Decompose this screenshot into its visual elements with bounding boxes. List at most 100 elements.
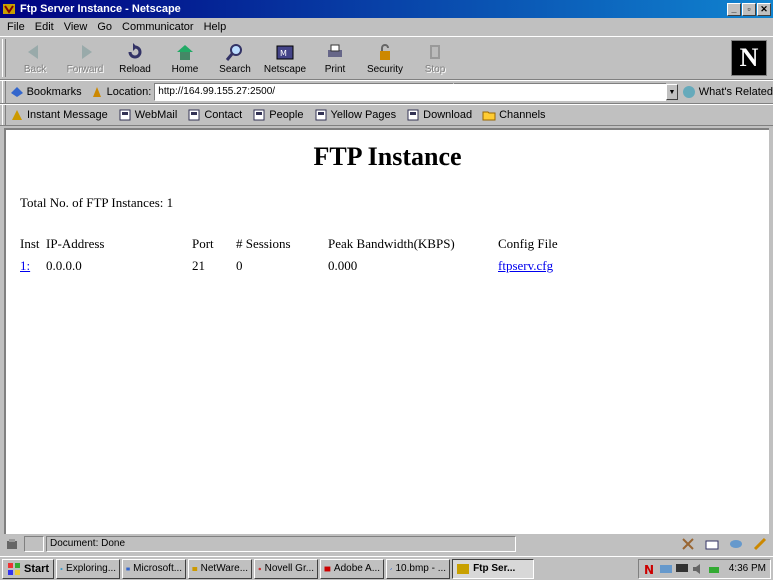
menu-file[interactable]: File bbox=[2, 21, 30, 33]
taskbar-item-adobe[interactable]: Adobe A... bbox=[320, 558, 385, 579]
home-icon bbox=[177, 45, 193, 60]
reload-button[interactable]: Reload bbox=[110, 39, 160, 77]
padlock-icon bbox=[380, 44, 390, 60]
explorer-icon bbox=[60, 567, 63, 570]
menu-bar: File Edit View Go Communicator Help bbox=[0, 18, 773, 36]
url-input[interactable]: http://164.99.155.27:2500/ bbox=[154, 83, 454, 101]
page-viewport[interactable]: FTP Instance Total No. of FTP Instances:… bbox=[4, 128, 769, 534]
close-button[interactable]: ✕ bbox=[757, 2, 771, 16]
menu-communicator[interactable]: Communicator bbox=[117, 21, 199, 33]
windows-taskbar: Start Exploring... Microsoft... NetWare.… bbox=[0, 556, 773, 580]
column-header-port: Port bbox=[192, 236, 214, 251]
config-file-link[interactable]: ftpserv.cfg bbox=[498, 258, 553, 273]
monitor-tray-icon[interactable] bbox=[675, 562, 689, 576]
instant-message-button[interactable]: Instant Message bbox=[10, 108, 108, 122]
taskbar-item-netware[interactable]: NetWare... bbox=[188, 558, 253, 579]
netscape-icon: M bbox=[276, 45, 294, 60]
bookmarks-button[interactable]: Bookmarks bbox=[10, 85, 82, 99]
location-pin-icon bbox=[92, 87, 101, 97]
svg-text:M: M bbox=[280, 49, 287, 58]
people-button[interactable]: People bbox=[252, 108, 304, 122]
security-button[interactable]: Security bbox=[360, 39, 410, 77]
table-header-row: Inst IP-Address Port # Sessions Peak Ban… bbox=[20, 234, 588, 254]
bookmarks-icon bbox=[10, 87, 23, 97]
personal-toolbar: Instant Message WebMail Contact People Y… bbox=[0, 104, 773, 126]
url-dropdown-button[interactable]: ▼ bbox=[666, 84, 678, 100]
cell-port: 21 bbox=[192, 258, 205, 273]
page-title: FTP Instance bbox=[313, 142, 462, 171]
download-button[interactable]: Download bbox=[406, 108, 472, 122]
netscape-logo[interactable]: N bbox=[731, 40, 767, 76]
taskbar-item-paint[interactable]: 10.bmp - ... bbox=[386, 558, 451, 579]
composer-icon[interactable] bbox=[753, 537, 767, 551]
bookmark-page-icon bbox=[119, 109, 131, 121]
netware-icon bbox=[192, 566, 198, 571]
channels-button[interactable]: Channels bbox=[482, 108, 546, 122]
adobe-icon bbox=[324, 566, 331, 571]
paint-icon bbox=[390, 567, 393, 570]
window-title: Ftp Server Instance - Netscape bbox=[20, 3, 181, 15]
table-row: 1: 0.0.0.0 21 0 0.000 ftpserv.cfg bbox=[20, 254, 588, 278]
url-input-fill[interactable] bbox=[453, 83, 667, 101]
netscape-app-icon bbox=[3, 4, 15, 14]
location-label: Location: bbox=[90, 85, 151, 99]
yellow-pages-button[interactable]: Yellow Pages bbox=[314, 108, 396, 122]
printer-tray-icon[interactable] bbox=[707, 562, 721, 576]
stop-button[interactable]: Stop bbox=[410, 39, 460, 77]
instant-message-icon bbox=[12, 110, 22, 120]
taskbar-item-microsoft[interactable]: Microsoft... bbox=[122, 558, 187, 579]
window-titlebar[interactable]: Ftp Server Instance - Netscape _ ▫ ✕ bbox=[0, 0, 773, 18]
search-button[interactable]: Search bbox=[210, 39, 260, 77]
printer-icon bbox=[328, 44, 342, 57]
status-text: Document: Done bbox=[46, 536, 516, 552]
location-grip[interactable] bbox=[2, 81, 6, 103]
speaker-tray-icon[interactable] bbox=[691, 562, 705, 576]
instance-link[interactable]: 1: bbox=[20, 258, 30, 273]
bookmark-page-icon bbox=[315, 109, 326, 121]
taskbar-item-novell[interactable]: Novell Gr... bbox=[254, 558, 319, 579]
netscape-button[interactable]: M Netscape bbox=[260, 39, 310, 77]
svg-text:N: N bbox=[644, 563, 654, 576]
whats-related-button[interactable]: What's Related bbox=[682, 85, 773, 99]
cell-ip: 0.0.0.0 bbox=[46, 258, 82, 273]
column-header-config: Config File bbox=[498, 236, 558, 251]
back-button[interactable]: Back bbox=[10, 39, 60, 77]
connection-status-icon[interactable] bbox=[2, 535, 22, 553]
taskbar-item-ftp-server[interactable]: Ftp Ser... bbox=[452, 558, 535, 579]
restore-button[interactable]: ▫ bbox=[742, 2, 756, 16]
home-button[interactable]: Home bbox=[160, 39, 210, 77]
forward-arrow-icon bbox=[82, 45, 92, 59]
stop-icon bbox=[430, 45, 440, 59]
netscape-tray-icon[interactable]: N bbox=[643, 562, 657, 576]
novell-icon bbox=[258, 567, 262, 570]
location-bar: Bookmarks Location: http://164.99.155.27… bbox=[0, 80, 773, 104]
network-tray-icon[interactable] bbox=[659, 562, 673, 576]
cell-sessions: 0 bbox=[236, 258, 243, 273]
personal-grip[interactable] bbox=[2, 105, 6, 125]
taskbar-item-exploring[interactable]: Exploring... bbox=[56, 558, 121, 579]
bookmark-page-icon bbox=[188, 109, 200, 121]
system-tray: N 4:36 PM bbox=[637, 558, 771, 579]
menu-edit[interactable]: Edit bbox=[30, 21, 59, 33]
toolbar-grip[interactable] bbox=[2, 39, 6, 77]
menu-go[interactable]: Go bbox=[92, 21, 117, 33]
menu-view[interactable]: View bbox=[59, 21, 93, 33]
forward-button[interactable]: Forward bbox=[60, 39, 110, 77]
cell-bandwidth: 0.000 bbox=[328, 258, 358, 273]
progress-cell bbox=[24, 536, 44, 552]
navigator-icon[interactable] bbox=[681, 537, 695, 551]
print-button[interactable]: Print bbox=[310, 39, 360, 77]
reload-icon bbox=[128, 43, 142, 59]
column-header-inst: Inst bbox=[20, 236, 40, 251]
clock[interactable]: 4:36 PM bbox=[729, 563, 766, 574]
minimize-button[interactable]: _ bbox=[727, 2, 741, 16]
column-header-bandwidth: Peak Bandwidth(KBPS) bbox=[328, 236, 455, 251]
contact-button[interactable]: Contact bbox=[187, 108, 242, 122]
discussion-icon[interactable] bbox=[729, 537, 743, 551]
mail-icon[interactable] bbox=[705, 537, 719, 551]
column-header-ip: IP-Address bbox=[46, 236, 105, 251]
webmail-button[interactable]: WebMail bbox=[118, 108, 177, 122]
menu-help[interactable]: Help bbox=[199, 21, 232, 33]
start-button[interactable]: Start bbox=[2, 558, 55, 579]
bookmark-page-icon bbox=[253, 109, 265, 121]
